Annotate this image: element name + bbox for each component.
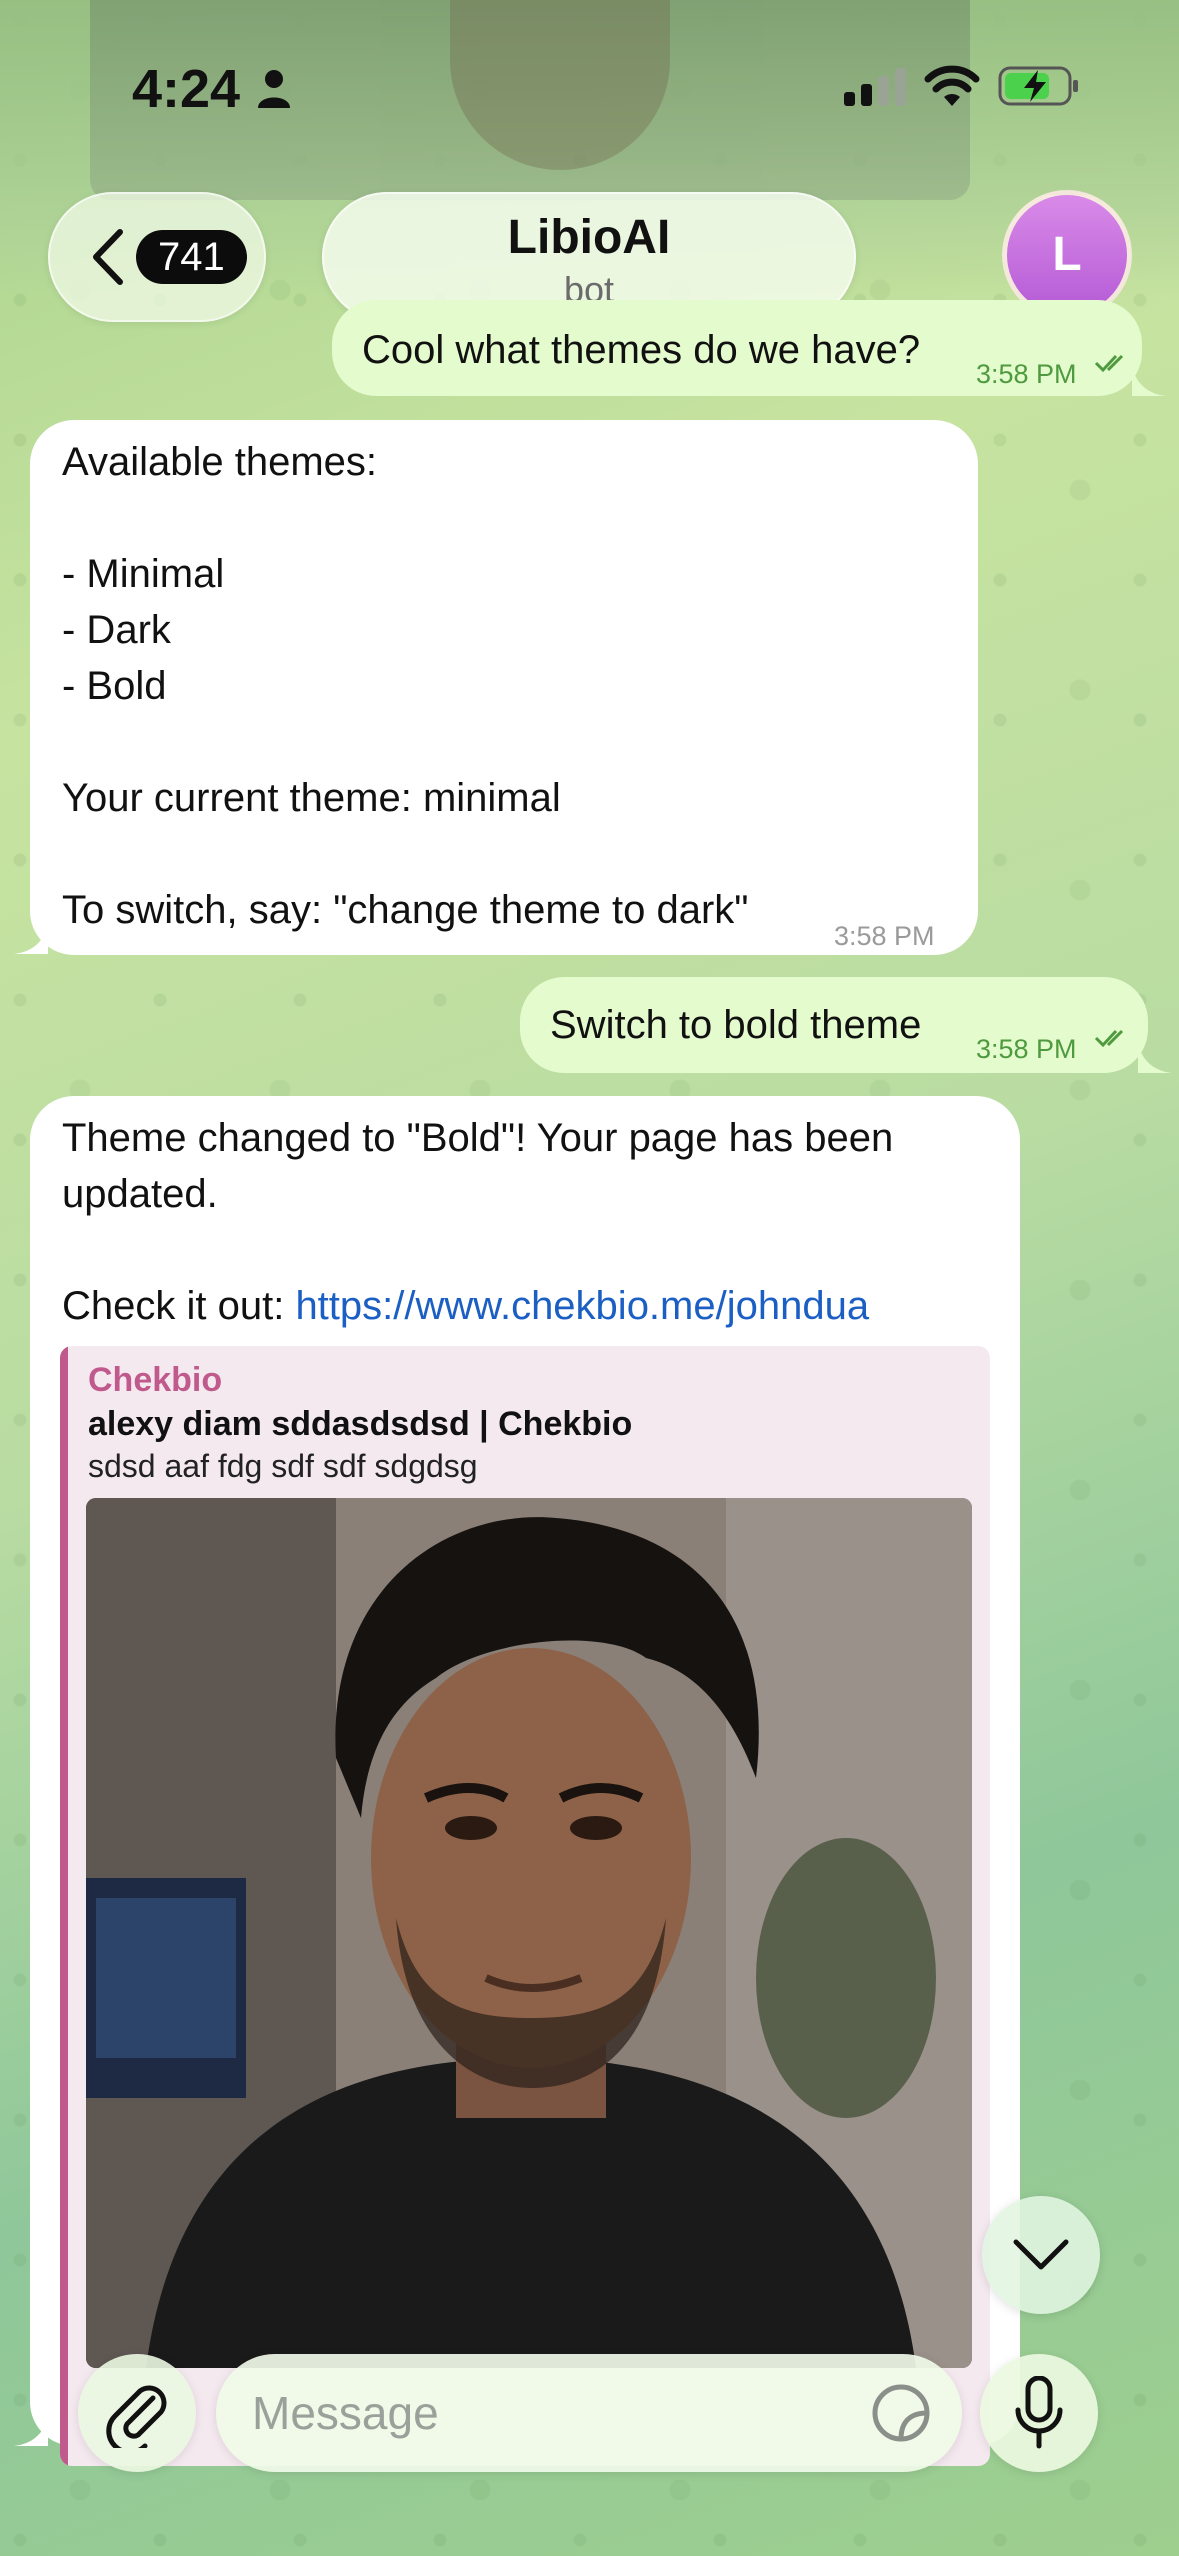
preview-description: sdsd aaf fdg sdf sdf sdgdsg: [88, 1448, 478, 1484]
chevron-left-icon: [93, 229, 123, 285]
message-incoming[interactable]: Available themes: - Minimal - Dark - Bol…: [30, 420, 978, 955]
bubble-tail: [1138, 1043, 1172, 1073]
message-text: Available themes: - Minimal - Dark - Bol…: [62, 440, 749, 932]
double-check-icon: [1094, 1029, 1124, 1048]
chat-title: LibioAI: [507, 211, 671, 264]
message-outgoing[interactable]: Switch to bold theme 3:58 PM: [520, 977, 1148, 1073]
status-bar: 4:24: [0, 40, 1179, 130]
message-time: 3:58 PM: [834, 921, 935, 951]
preview-accent-bar: [60, 1346, 68, 2466]
message-link[interactable]: https://www.chekbio.me/johndua: [295, 1284, 869, 1328]
wifi-icon: [924, 65, 980, 106]
message-incoming[interactable]: Theme changed to "Bold"! Your page has b…: [30, 1096, 1020, 2466]
bubble-tail: [1132, 366, 1166, 396]
cellular-signal-icon: [844, 68, 906, 106]
unread-count-badge: 741: [136, 230, 247, 284]
portrait-photo: [86, 1498, 972, 2368]
chevron-down-icon: [1013, 2239, 1069, 2270]
double-check-icon: [1094, 354, 1124, 373]
message-body: Theme changed to "Bold"! Your page has b…: [62, 1110, 1012, 1334]
sticker-icon[interactable]: [870, 2382, 932, 2444]
paperclip-icon: [106, 2385, 167, 2448]
message-text: Switch to bold theme: [550, 1003, 922, 1047]
message-input[interactable]: [216, 2354, 962, 2472]
status-time: 4:24: [132, 59, 241, 119]
person-icon: [258, 70, 290, 108]
message-text: Cool what themes do we have?: [362, 328, 921, 372]
message-outgoing[interactable]: Cool what themes do we have? 3:58 PM: [332, 300, 1142, 396]
scroll-to-bottom-button[interactable]: [982, 2196, 1100, 2314]
preview-image[interactable]: [86, 1498, 972, 2368]
back-button[interactable]: 741: [48, 192, 266, 322]
microphone-icon: [1015, 2376, 1063, 2449]
battery-charging-icon: [998, 66, 1078, 106]
bubble-tail: [14, 2416, 48, 2446]
link-preview-card[interactable]: Chekbio alexy diam sddasdsdsd | Chekbio …: [60, 1346, 990, 2466]
voice-message-button[interactable]: [980, 2354, 1098, 2472]
message-time: 3:58 PM: [976, 359, 1077, 389]
bubble-tail: [14, 924, 48, 954]
message-time: 3:58 PM: [976, 1034, 1077, 1064]
attach-button[interactable]: [78, 2354, 196, 2472]
